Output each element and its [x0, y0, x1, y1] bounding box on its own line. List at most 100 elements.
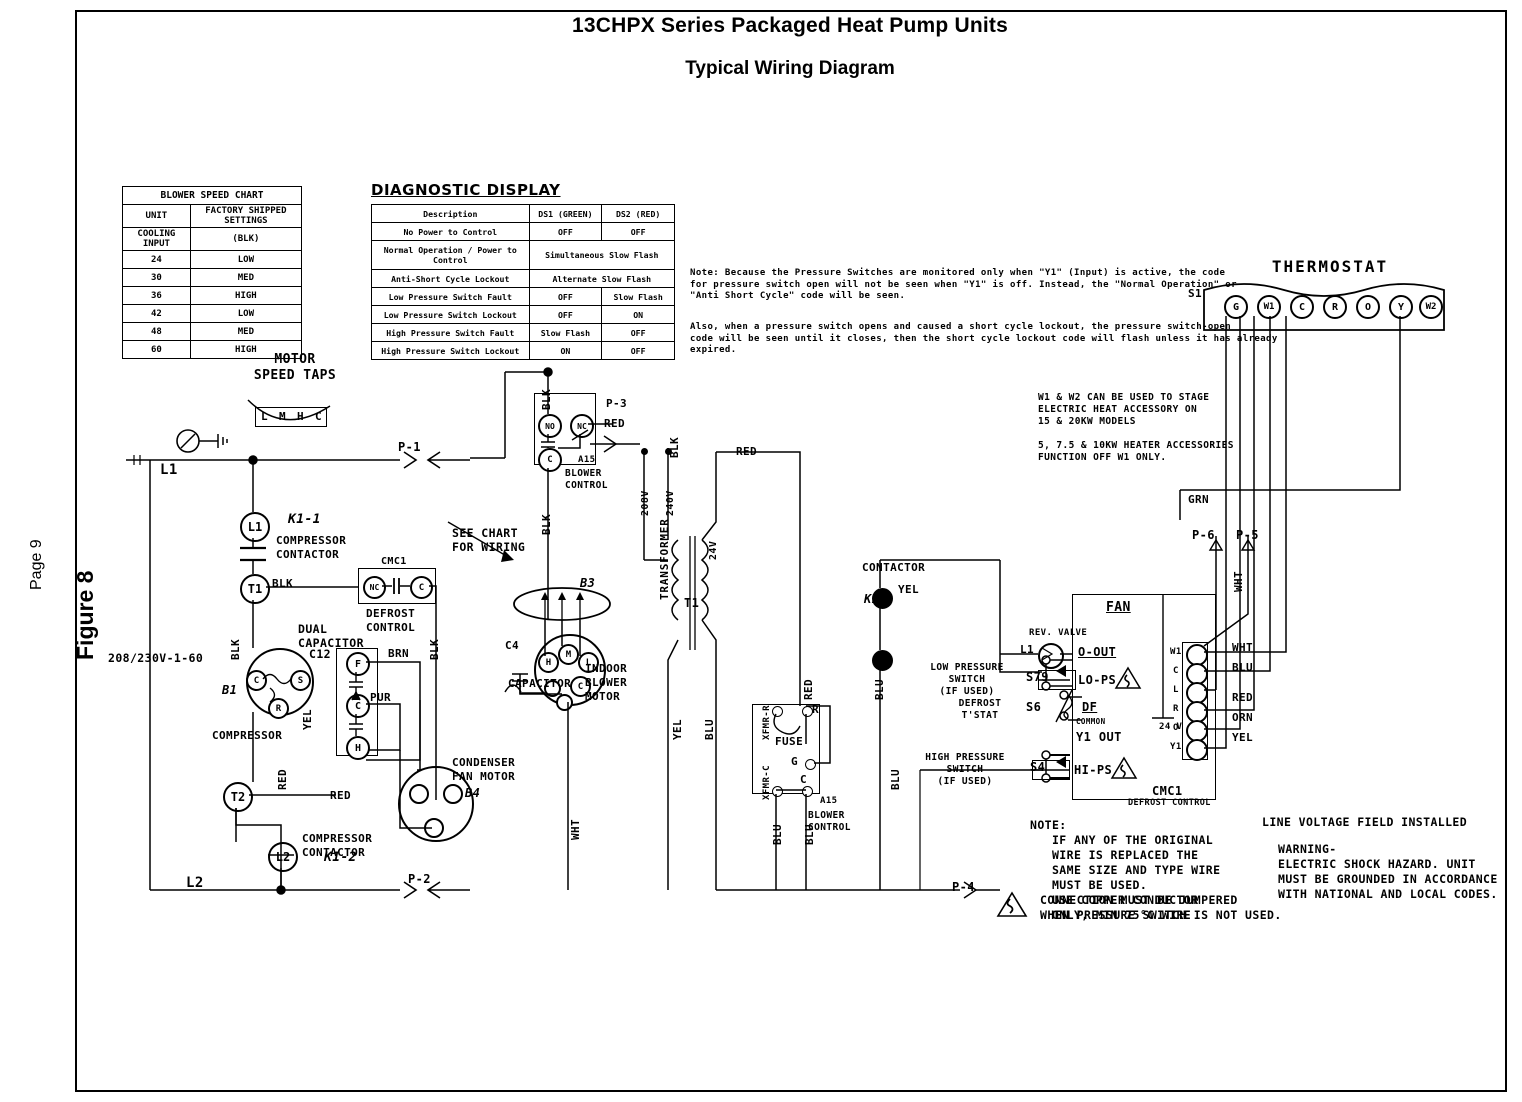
empty-spacer [216, 838, 223, 851]
blower-capacitor-designator: C4 [505, 639, 520, 652]
blower-terminal-c-label: C [800, 773, 808, 786]
terminal-label: C [253, 675, 260, 686]
terminal-label: F [354, 658, 362, 670]
diag-cell-desc: High Pressure Switch Lockout [371, 341, 530, 360]
board-terminal-c-label: C [1173, 666, 1179, 676]
k1-1-designator: K1-1 [288, 512, 321, 527]
board-terminal-l-label: L [1173, 685, 1179, 695]
compressor-terminal-s: S [290, 670, 311, 691]
diag-cell-desc: Low Pressure Switch Lockout [371, 305, 530, 324]
wiring-diagram-page: 13CHPX Series Packaged Heat Pump Units T… [0, 0, 1522, 1102]
page-title: 13CHPX Series Packaged Heat Pump Units [572, 14, 1008, 37]
wire-yel-transformer: YEL [671, 718, 684, 740]
wire-blu-transformer: BLU [703, 718, 716, 740]
dual-capacitor-designator: C12 [309, 647, 331, 661]
terminal-label: H [354, 742, 362, 754]
board-input-y1-out: Y1 OUT [1076, 730, 1122, 744]
defrost-tstat-label: DEFROST T'STAT [958, 698, 1002, 721]
note-stage-electric-heat: W1 & W2 CAN BE USED TO STAGE ELECTRIC HE… [1038, 392, 1210, 427]
transformer-tap-208v: 208V [640, 490, 651, 516]
wire-label-blu: BLU [1232, 661, 1254, 674]
board-terminal-r-label: R [1173, 704, 1179, 714]
fan-terminal-2 [443, 784, 463, 804]
wire-label-grn: GRN [1188, 493, 1210, 506]
contactor-coil-label: CONTACTOR [862, 561, 926, 574]
wire-pur: PUR [370, 691, 392, 704]
contactor-coil-dot-bottom [872, 650, 893, 671]
note-heater-accessories: 5, 7.5 & 10KW HEATER ACCESSORIES FUNCTIO… [1038, 440, 1234, 463]
terminal-label: W2 [1425, 302, 1437, 312]
terminal-label: NO [545, 421, 555, 431]
blower-terminal-r-label: R [812, 703, 820, 716]
diagnostic-display-title: DIAGNOSTIC DISPLAY [371, 181, 561, 199]
thermostat-terminal-w1[interactable]: W1 [1257, 295, 1281, 319]
blower-control-top-label: BLOWER CONTROL [565, 468, 608, 491]
thermostat-terminal-c[interactable]: C [1290, 295, 1314, 319]
capacitor-terminal-f: F [346, 652, 370, 676]
wire-label-wht-vertical: WHT [1232, 570, 1245, 592]
thermostat-terminal-y[interactable]: Y [1389, 295, 1413, 319]
junction-dot-208v [641, 448, 648, 455]
table-row: High Pressure Switch Lockout ON OFF [371, 341, 675, 360]
connector-p3-label: P-3 [606, 397, 628, 410]
terminal-c-dot [802, 786, 813, 797]
thermostat-terminal-w2[interactable]: W2 [1419, 295, 1443, 319]
board-terminal-y1-dot[interactable] [1186, 739, 1208, 761]
motor-tap-l: L [260, 410, 269, 423]
table-row: Low Pressure Switch Fault OFF Slow Flash [371, 287, 675, 306]
cell-speed: MED [189, 268, 303, 287]
terminal-label: G [1232, 301, 1240, 313]
thermostat-terminal-r[interactable]: R [1323, 295, 1347, 319]
terminal-label: C [418, 582, 425, 593]
blower-terminal-no: NO [538, 414, 562, 438]
cell-unit: 36 [122, 286, 191, 305]
contactor-node-l2: L2 [268, 842, 298, 872]
wire-blk-transformer: BLK [668, 436, 681, 458]
board-input-o-out: O-OUT [1078, 645, 1117, 659]
contactor-node-l1: L1 [240, 512, 270, 542]
defrost-control-label-left: DEFROST CONTROL [366, 607, 416, 634]
wire-blu-xfmr-right: BLU [803, 823, 816, 845]
diag-header-ds2: DS2 (RED) [601, 204, 675, 223]
cell-speed: LOW [189, 250, 303, 269]
thermostat-terminal-g[interactable]: G [1224, 295, 1248, 319]
terminal-label: M [565, 649, 572, 660]
defrost-terminal-c: C [410, 576, 433, 599]
terminal-label: C [1298, 301, 1306, 313]
wire-label-orn: ORN [1232, 711, 1254, 724]
terminal-label: R [1331, 301, 1339, 313]
diag-cell-ds1: ON [528, 341, 603, 360]
board-input-fan: FAN [1106, 600, 1131, 615]
terminal-label: Y [1397, 301, 1405, 313]
thermostat-designator: S1 [1188, 287, 1203, 300]
blower-tap-unused-2 [556, 694, 573, 711]
cell-unit: 30 [122, 268, 191, 287]
cell-unit: 60 [122, 340, 191, 359]
motor-tap-h: H [296, 410, 305, 423]
board-terminal-w1-label: W1 [1170, 647, 1182, 657]
wire-red-vertical: RED [276, 768, 289, 790]
motor-speed-taps-label: MOTOR SPEED TAPS [253, 352, 337, 384]
rev-valve-label: REV. VALVE [1029, 628, 1088, 638]
blower-control-bottom-designator: A15 [820, 796, 838, 806]
table-row: 30 MED [122, 268, 303, 287]
cell-speed: HIGH [189, 286, 303, 305]
capacitor-terminal-h: H [346, 736, 370, 760]
defrost-tstat-designator: S6 [1026, 700, 1042, 714]
board-input-hi-ps: HI-PS [1074, 763, 1113, 777]
diag-cell-span: Simultaneous Slow Flash [528, 240, 676, 270]
rev-valve-designator: L1 [1020, 643, 1035, 656]
wire-brn: BRN [388, 647, 410, 660]
connector-p5-label: P-5 [1236, 528, 1259, 542]
terminal-label: W1 [1263, 302, 1275, 312]
page-subtitle: Typical Wiring Diagram [685, 58, 895, 79]
terminal-label: C [547, 455, 553, 465]
note-warning: WARNING- ELECTRIC SHOCK HAZARD. UNIT MUS… [1278, 842, 1498, 901]
terminal-label: S [297, 675, 304, 686]
capacitor-terminal-c: C [346, 694, 370, 718]
thermostat-terminal-o[interactable]: O [1356, 295, 1380, 319]
node-label: L1 [247, 520, 263, 534]
diag-cell-ds1: Slow Flash [528, 323, 603, 342]
terminal-g-dot [805, 759, 816, 770]
terminal-label: O [1364, 301, 1372, 313]
